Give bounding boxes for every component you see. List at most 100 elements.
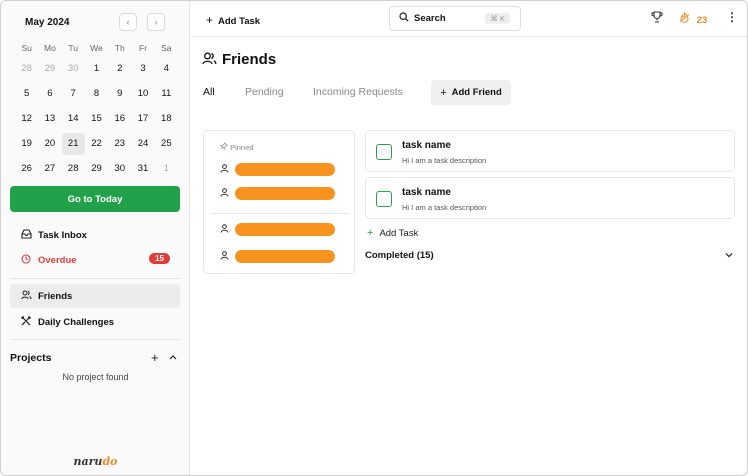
calendar-day[interactable]: 18 <box>155 108 178 130</box>
calendar-day[interactable]: 28 <box>15 58 38 80</box>
friend-name-redacted <box>235 162 335 176</box>
inbox-icon <box>20 228 32 242</box>
tab-incoming-requests[interactable]: Incoming Requests <box>313 86 403 98</box>
calendar-day[interactable]: 24 <box>131 133 154 155</box>
calendar-day[interactable]: 29 <box>38 58 61 80</box>
plus-icon: + <box>367 227 374 239</box>
sidebar-item-daily-challenges[interactable]: Daily Challenges <box>10 310 180 334</box>
calendar-day[interactable]: 2 <box>108 58 131 80</box>
task-card[interactable]: task name Hi I am a task description <box>365 130 735 172</box>
chevron-down-icon[interactable] <box>725 250 733 260</box>
go-to-today-button[interactable]: Go to Today <box>10 186 180 212</box>
sidebar-item-label: Task Inbox <box>38 229 87 241</box>
calendar-next-button[interactable]: › <box>147 13 165 31</box>
calendar-day[interactable]: 30 <box>62 58 85 80</box>
tab-all[interactable]: All <box>203 86 215 98</box>
calendar-day[interactable]: 29 <box>85 158 108 180</box>
divider <box>10 339 180 340</box>
sidebar-item-label: Daily Challenges <box>38 316 115 328</box>
add-task-inline-button[interactable]: + Add Task <box>367 227 418 239</box>
calendar-prev-button[interactable]: ‹ <box>119 13 137 31</box>
friend-item[interactable] <box>220 185 340 201</box>
add-friend-button[interactable]: + Add Friend <box>431 80 511 105</box>
clock-alert-icon <box>20 253 32 267</box>
calendar-day-today[interactable]: 21 <box>61 132 85 155</box>
topbar: + Add Task Search ⌘ K 23 ⋮ <box>191 1 747 37</box>
calendar-day[interactable]: 28 <box>62 158 85 180</box>
calendar-day[interactable]: 1 <box>85 58 108 80</box>
calendar-day[interactable]: 31 <box>131 158 154 180</box>
task-checkbox[interactable] <box>376 144 392 160</box>
completed-section-toggle[interactable]: Completed (15) <box>365 250 434 261</box>
calendar-day[interactable]: 5 <box>15 83 38 105</box>
app-window: May 2024 ‹ › Su Mo Tu We Th Fr Sa 28 29 … <box>0 0 748 476</box>
calendar-day[interactable]: 13 <box>38 108 61 130</box>
add-task-label: Add Task <box>218 16 261 27</box>
calendar-grid: Su Mo Tu We Th Fr Sa 28 29 30 1 2 3 4 5 … <box>15 42 178 181</box>
calendar-week: 26 27 28 29 30 31 1 <box>15 156 178 181</box>
friend-item[interactable] <box>220 248 340 264</box>
calendar-day[interactable]: 10 <box>131 83 154 105</box>
friend-name-redacted <box>235 222 335 236</box>
calendar-day[interactable]: 25 <box>155 133 178 155</box>
calendar-day[interactable]: 8 <box>85 83 108 105</box>
task-checkbox[interactable] <box>376 191 392 207</box>
calendar-day[interactable]: 14 <box>62 108 85 130</box>
sidebar-item-friends[interactable]: Friends <box>10 284 180 308</box>
kebab-menu-icon[interactable]: ⋮ <box>726 10 738 24</box>
sidebar-item-task-inbox[interactable]: Task Inbox <box>10 223 180 247</box>
search-button[interactable]: Search ⌘ K <box>389 6 521 31</box>
weekday-label: Mo <box>44 43 56 53</box>
weekday-label: Su <box>21 43 32 53</box>
calendar-day[interactable]: 19 <box>15 133 38 155</box>
calendar-week: 28 29 30 1 2 3 4 <box>15 56 178 81</box>
weekday-label: Tu <box>68 43 78 53</box>
divider <box>210 213 350 214</box>
logo-text-part2: do <box>102 455 118 468</box>
streak-count: 23 <box>696 15 708 26</box>
calendar-day[interactable]: 26 <box>15 158 38 180</box>
calendar-day[interactable]: 22 <box>85 133 108 155</box>
user-icon <box>220 163 232 175</box>
calendar-day[interactable]: 23 <box>108 133 131 155</box>
task-name: task name <box>402 140 451 151</box>
calendar-day[interactable]: 30 <box>108 158 131 180</box>
calendar-day[interactable]: 4 <box>155 58 178 80</box>
chevron-up-icon[interactable] <box>169 352 177 362</box>
add-project-button[interactable]: + <box>151 350 159 365</box>
streak-counter[interactable]: 23 <box>679 11 708 26</box>
calendar-day[interactable]: 3 <box>131 58 154 80</box>
task-name: task name <box>402 187 451 198</box>
calendar-day[interactable]: 9 <box>108 83 131 105</box>
calendar-day[interactable]: 1 <box>155 158 178 180</box>
task-description: Hi I am a task description <box>402 156 487 165</box>
friend-name-redacted <box>235 249 335 263</box>
sidebar-item-label: Overdue <box>38 254 77 266</box>
calendar-day[interactable]: 27 <box>38 158 61 180</box>
friends-list-panel: Pinned <box>203 130 355 274</box>
search-shortcut: ⌘ K <box>485 13 510 24</box>
calendar-day[interactable]: 12 <box>15 108 38 130</box>
add-friend-label: Add Friend <box>451 87 502 98</box>
task-card[interactable]: task name Hi I am a task description <box>365 177 735 219</box>
logo-text-part1: naru <box>73 455 103 468</box>
calendar-day[interactable]: 11 <box>155 83 178 105</box>
weekday-label: Sa <box>161 43 172 53</box>
tab-pending[interactable]: Pending <box>245 86 284 98</box>
calendar-day[interactable]: 20 <box>38 133 61 155</box>
friend-item[interactable] <box>220 221 340 237</box>
calendar-day[interactable]: 7 <box>62 83 85 105</box>
calendar-day[interactable]: 15 <box>85 108 108 130</box>
users-icon <box>202 52 217 68</box>
app-logo: narudo <box>1 455 190 468</box>
calendar-day[interactable]: 6 <box>38 83 61 105</box>
calendar-day[interactable]: 16 <box>108 108 131 130</box>
trophy-icon[interactable] <box>651 11 663 26</box>
add-task-button[interactable]: + Add Task <box>206 13 260 27</box>
calendar-day[interactable]: 17 <box>131 108 154 130</box>
plus-icon: + <box>206 13 214 27</box>
calendar-month-label: May 2024 <box>25 17 70 28</box>
friend-item[interactable] <box>220 161 340 177</box>
sidebar-item-overdue[interactable]: Overdue 15 <box>10 248 180 272</box>
users-icon <box>20 290 32 303</box>
